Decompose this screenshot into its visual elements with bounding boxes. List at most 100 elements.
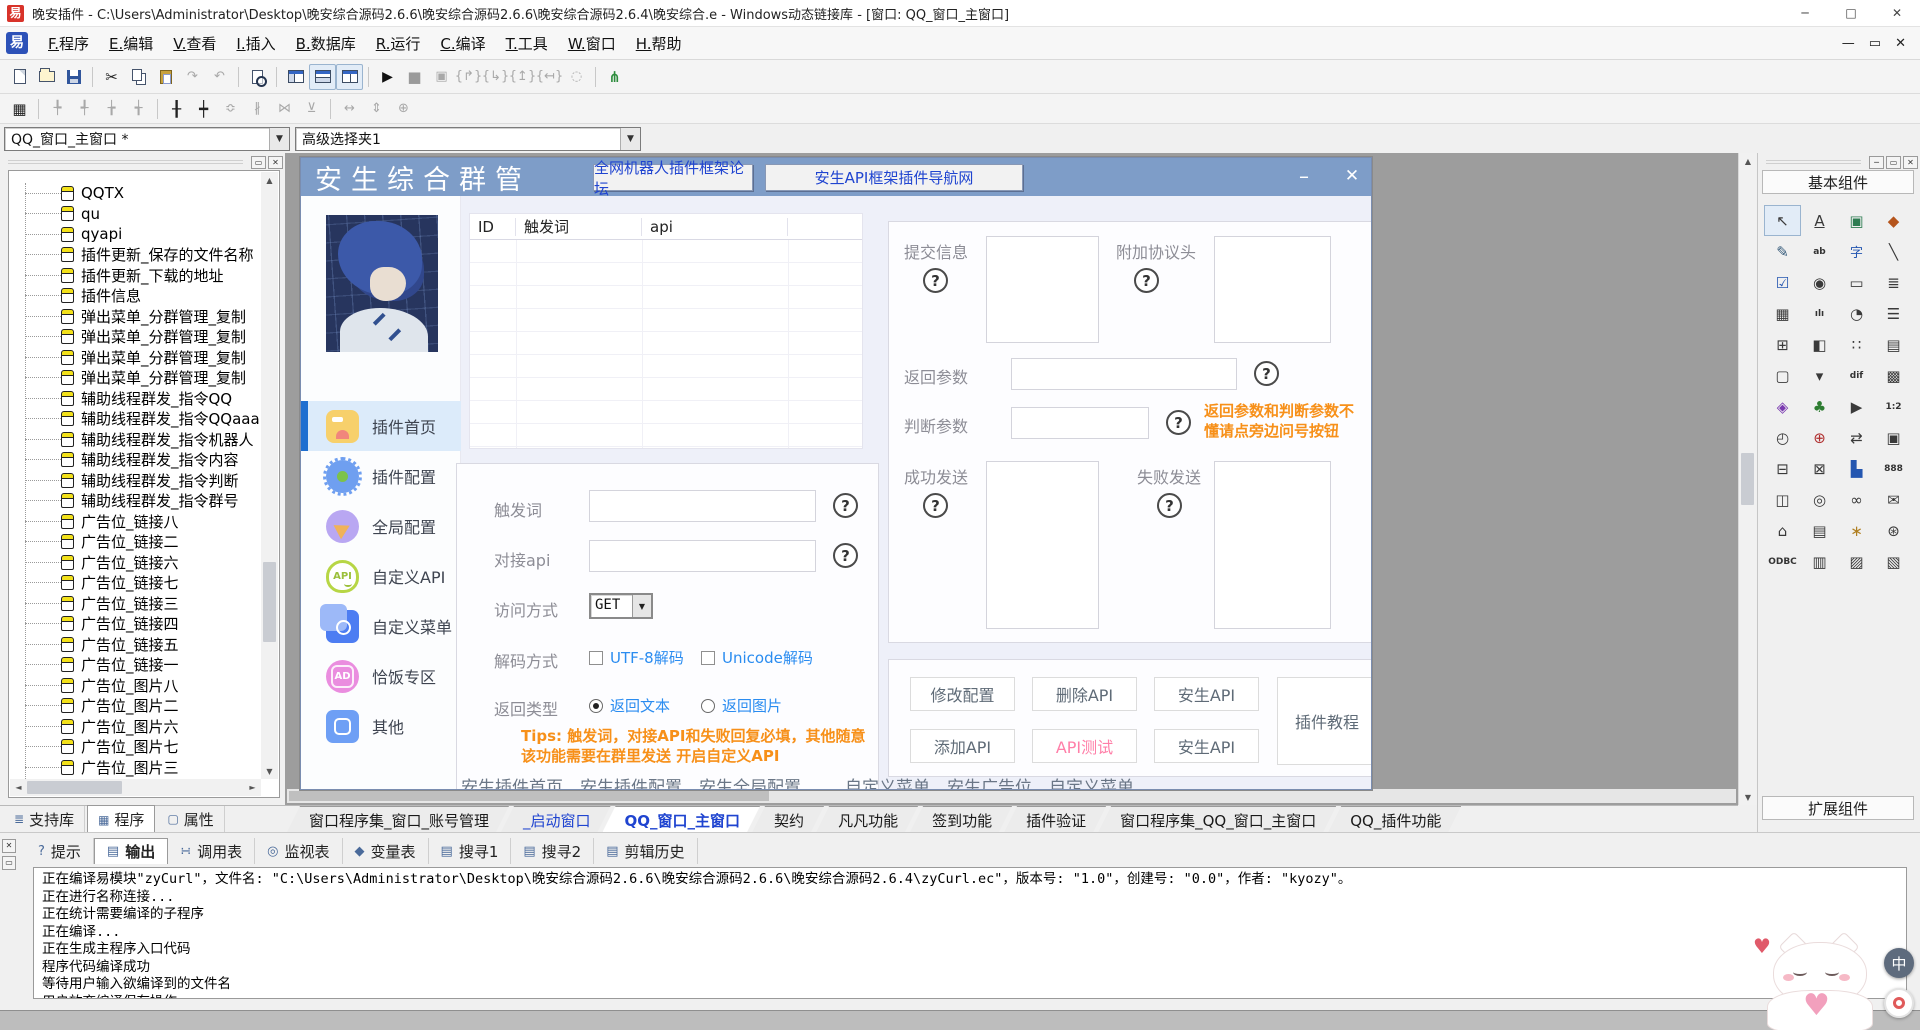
toolbar-icon[interactable] [33,96,44,122]
scroll-up-icon[interactable]: ▲ [1739,153,1757,169]
component-icon[interactable]: ◔ [1838,298,1875,329]
tree-item[interactable]: 辅助线程群发_指令群号 [9,491,261,512]
window-tab[interactable]: 签到功能 [910,806,1012,832]
panel-mini-button[interactable]: ▭ [2,856,16,870]
tree-item[interactable]: 广告位_图片七 [9,737,261,758]
nav-item[interactable]: 自定义菜单 [301,601,461,651]
toolbar-icon[interactable]: ▣ [428,64,455,90]
designed-form-window[interactable]: 安生综合群管 全网机器人插件框架论坛 安生API框架插件导航网 – ✕ 插件首页… [300,157,1372,790]
component-icon[interactable]: ▧ [1875,546,1912,577]
help-icon[interactable]: ? [1254,361,1279,386]
api-list-view[interactable]: ID 触发词 api [469,213,863,449]
component-icon[interactable]: ✉ [1875,484,1912,515]
component-icon[interactable]: ∗ [1838,515,1875,546]
component-icon[interactable]: ab [1801,236,1838,267]
dock-grip[interactable] [8,160,243,164]
menu-item[interactable]: R.运行 [366,29,431,58]
component-icon[interactable]: ▶ [1838,391,1875,422]
window-tab[interactable]: 契约 [752,806,824,832]
success-textarea[interactable] [986,461,1099,629]
api-button[interactable]: API测试 [1032,729,1137,763]
checkbox-icon[interactable] [589,651,603,665]
return-image-radio[interactable]: 返回图片 [701,695,782,716]
api-nav-link-button[interactable]: 安生API框架插件导航网 [765,164,1023,191]
tree-item[interactable]: 广告位_链接八 [9,511,261,532]
dock-tab[interactable]: ▦ 程序 [87,805,155,833]
component-icon[interactable]: ▢ [1764,360,1801,391]
menu-item[interactable]: H.帮助 [626,29,692,58]
tree-item[interactable]: 插件更新_保存的文件名称 [9,245,261,266]
radio-icon[interactable] [589,699,603,713]
api-button[interactable]: 安生API [1154,729,1259,763]
scroll-thumb[interactable] [1741,453,1754,505]
scroll-thumb[interactable] [27,781,122,794]
component-icon[interactable]: ▭ [1838,267,1875,298]
toolbar-icon[interactable] [363,64,374,90]
api-button[interactable]: 添加API [910,729,1015,763]
tree-item[interactable]: 广告位_链接七 [9,573,261,594]
tree-item[interactable]: 辅助线程群发_指令QQ [9,388,261,409]
mdi-control-button[interactable]: ▭ [1869,36,1881,51]
component-icon[interactable]: ODBC [1764,546,1801,577]
mdi-control-button[interactable]: ✕ [1895,36,1906,51]
dock-header-button[interactable]: ▭ [1886,156,1901,169]
window-tab[interactable]: 窗口程序集_窗口_账号管理 [287,806,509,832]
toolbar-icon[interactable]: ▦ [6,96,33,122]
utf8-checkbox[interactable]: UTF-8解码 [589,647,684,668]
basic-components-header[interactable]: 基本组件 [1762,170,1914,194]
component-icon[interactable]: ∷ [1838,329,1875,360]
chevron-down-icon[interactable]: ▼ [269,128,289,150]
toolbar-icon[interactable]: ✂ [98,64,125,90]
component-icon[interactable]: ▾ [1801,360,1838,391]
component-icon[interactable]: ∞ [1838,484,1875,515]
toolbar-icon[interactable] [60,64,87,90]
toolbar-icon[interactable] [33,64,60,90]
component-icon[interactable]: ▦ [1764,298,1801,329]
menu-item[interactable]: C.编译 [430,29,495,58]
toolbar-icon[interactable]: ↷ [179,64,206,90]
tree-item[interactable]: 弹出菜单_分群管理_复制 [9,327,261,348]
tree-item[interactable]: 插件更新_下载的地址 [9,265,261,286]
scroll-thumb[interactable] [263,562,276,642]
menu-item[interactable]: T.工具 [496,29,558,58]
toolbar-icon[interactable]: ▶ [374,64,401,90]
dock-header-button[interactable]: ▭ [251,156,266,169]
window-control-button[interactable]: ─ [1782,0,1828,27]
toolbar-icon[interactable]: ↔ [336,96,363,122]
toolbar-icon[interactable]: ⊕ [390,96,417,122]
component-icon[interactable]: ☑ [1764,267,1801,298]
scroll-left-icon[interactable]: ◄ [10,780,27,796]
output-tab[interactable]: ◎ 监视表 [255,838,342,864]
tree-item[interactable]: 广告位_链接五 [9,634,261,655]
column-api[interactable]: api [642,218,788,236]
window-control-button[interactable]: □ [1828,0,1874,27]
toolbar-icon[interactable]: ⊻ [298,96,325,122]
scroll-down-icon[interactable]: ▼ [261,763,278,779]
component-icon[interactable]: 1:2 [1875,391,1912,422]
output-tab[interactable]: ◆ 变量表 [343,838,429,864]
toolbar-icon[interactable]: {↱} [455,64,482,90]
method-combo[interactable]: GET ▼ [589,593,653,619]
window-tab[interactable]: _启动窗口 [501,806,611,832]
toolbar-icon[interactable]: {↳} [482,64,509,90]
output-tab[interactable]: ∺ 调用表 [168,838,255,864]
form-close-button[interactable]: ✕ [1335,160,1369,192]
toolbar-icon[interactable]: ╂ [163,96,190,122]
toolbar-icon[interactable] [325,96,336,122]
tree-item[interactable]: 广告位_链接二 [9,532,261,553]
toolbar-icon[interactable]: ╄ [44,96,71,122]
component-icon[interactable]: ◆ [1875,205,1912,236]
dock-header-button[interactable]: ─ [1869,156,1884,169]
dock-tab[interactable]: ▢ 属性 [157,806,224,833]
tree-item[interactable]: qyapi [9,224,261,245]
toolbar-icon[interactable] [590,64,601,90]
nav-item[interactable]: API 自定义API [301,551,461,601]
output-tab[interactable]: ▤ 搜寻1 [429,838,512,864]
tree-item[interactable]: 广告位_链接三 [9,593,261,614]
component-icon[interactable]: ◫ [1764,484,1801,515]
component-icon[interactable]: 888 [1875,453,1912,484]
toolbar-icon[interactable]: ⇕ [363,96,390,122]
dock-tab[interactable]: ≣ 支持库 [4,806,85,833]
fail-textarea[interactable] [1214,461,1331,629]
component-icon[interactable]: ♣ [1801,391,1838,422]
